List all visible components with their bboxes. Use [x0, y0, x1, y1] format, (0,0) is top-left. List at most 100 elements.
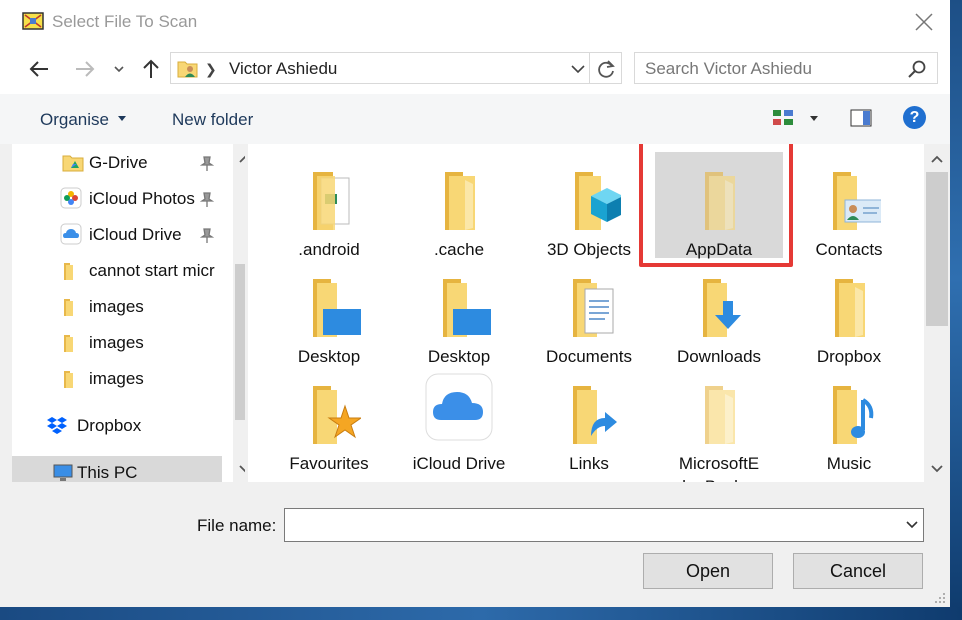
resize-grip-icon[interactable] — [934, 592, 946, 604]
file-list-scrollbar[interactable] — [924, 144, 950, 482]
nav-item-icloud-drive[interactable]: iCloud Drive — [12, 218, 222, 252]
cancel-button[interactable]: Cancel — [793, 553, 923, 589]
scrollbar-thumb[interactable] — [926, 172, 948, 326]
address-dropdown-icon[interactable] — [569, 61, 587, 77]
folder-icon — [835, 279, 865, 337]
nav-item-label: cannot start micr — [89, 261, 215, 280]
back-arrow-icon[interactable] — [28, 58, 50, 80]
folder-tile-downloads[interactable]: Downloads — [655, 259, 783, 366]
tile-label: Desktop — [297, 347, 361, 366]
scroll-down-icon[interactable] — [930, 464, 944, 474]
desktop-background-right — [950, 0, 962, 620]
navigation-scrollbar[interactable] — [233, 144, 245, 482]
search-input[interactable]: Search Victor Ashiedu — [645, 59, 812, 79]
nav-item-label: G-Drive — [89, 153, 148, 172]
nav-item-label: images — [89, 297, 144, 316]
pin-icon[interactable] — [200, 192, 214, 208]
tile-label: iCloud Drive — [395, 452, 523, 475]
folder-icon — [64, 299, 73, 316]
tile-label: Documents — [546, 347, 632, 366]
folder-tile-desktop[interactable]: Desktop — [265, 259, 393, 366]
desktop-folder-icon — [313, 279, 361, 337]
dialog-footer: File name: Open Cancel — [0, 482, 950, 607]
search-icon[interactable] — [907, 59, 927, 79]
forward-arrow-icon[interactable] — [74, 58, 96, 80]
tile-label: Links — [569, 454, 609, 473]
pin-icon[interactable] — [200, 228, 214, 244]
tile-label-line: dgeBackup — [655, 475, 783, 482]
hidden-folder-icon — [705, 386, 735, 444]
scroll-down-icon[interactable] — [238, 464, 245, 474]
nav-item-label: images — [89, 369, 144, 388]
nav-item-icloud-photos[interactable]: iCloud Photos — [12, 182, 222, 216]
chevron-down-icon[interactable] — [905, 518, 919, 532]
change-view-icon[interactable] — [772, 108, 794, 128]
help-icon[interactable]: ? — [903, 106, 926, 129]
file-name-label: File name: — [197, 516, 277, 535]
preview-pane-icon[interactable] — [850, 108, 872, 128]
tile-label: AppData — [685, 240, 753, 259]
folder-tile-documents[interactable]: Documents — [525, 259, 653, 366]
folder-tile-desktop-2[interactable]: Desktop — [395, 259, 523, 366]
folder-tile-contacts[interactable]: Contacts — [785, 152, 913, 259]
nav-item-label: Dropbox — [77, 416, 142, 435]
documents-folder-icon — [573, 279, 614, 337]
breadcrumb-chevron-icon[interactable]: ❯ — [205, 61, 217, 78]
organise-button[interactable]: Organise — [40, 110, 109, 130]
close-icon[interactable] — [914, 12, 934, 32]
nav-item-images[interactable]: images — [12, 362, 222, 396]
folder-tile-favourites[interactable]: Favourites — [265, 366, 393, 473]
tile-label: Dropbox — [816, 347, 882, 366]
tile-label: Favourites — [289, 454, 369, 473]
breadcrumb-path[interactable]: Victor Ashiedu — [229, 59, 337, 79]
folder-icon — [64, 335, 73, 352]
folder-tile-appdata[interactable]: AppData — [655, 152, 783, 259]
open-button[interactable]: Open — [643, 553, 773, 589]
title-bar: Select File To Scan — [0, 0, 950, 46]
pin-icon[interactable] — [200, 156, 214, 172]
document-folder-icon — [313, 172, 350, 230]
address-bar[interactable]: ❯ Victor Ashiedu — [170, 52, 622, 84]
nav-item-this-pc[interactable]: This PC — [12, 456, 222, 482]
organise-caret-icon[interactable] — [118, 116, 126, 121]
3d-objects-folder-icon — [575, 172, 621, 230]
desktop-folder-icon — [443, 279, 491, 337]
nav-item-g-drive[interactable]: G-Drive — [12, 146, 222, 180]
new-folder-button[interactable]: New folder — [172, 110, 253, 130]
icloud-app-icon — [425, 373, 493, 441]
view-options-caret-icon[interactable] — [810, 116, 818, 121]
folder-tile-cache[interactable]: .cache — [395, 152, 523, 259]
nav-item-label: iCloud Photos — [89, 189, 195, 208]
nav-item-cannot-start[interactable]: cannot start micr — [12, 254, 222, 288]
nav-item-images[interactable]: images — [12, 326, 222, 360]
folder-tile-3d-objects[interactable]: 3D Objects — [525, 152, 653, 259]
command-bar: Organise New folder ? — [0, 94, 950, 144]
file-name-input[interactable] — [284, 508, 924, 542]
folder-tile-music[interactable]: Music — [785, 366, 913, 473]
scanner-app-icon — [22, 12, 44, 30]
refresh-icon[interactable] — [595, 58, 617, 80]
folder-tile-links[interactable]: Links — [525, 366, 653, 473]
tile-label: Desktop — [427, 347, 491, 366]
app-tile-icloud-drive[interactable]: iCloud Drive — [395, 366, 523, 475]
folder-tile-microsoft-edge-backup[interactable]: MicrosoftE dgeBackup — [655, 366, 783, 482]
up-arrow-icon[interactable] — [140, 58, 162, 80]
folder-tile-dropbox[interactable]: Dropbox — [785, 259, 913, 366]
folder-tile-android[interactable]: .android — [265, 152, 393, 259]
tile-label: .cache — [433, 240, 485, 259]
navigation-pane: G-Drive iCloud Photos iCloud Drive canno… — [12, 144, 245, 482]
tile-label: MicrosoftE dgeBackup — [655, 452, 783, 482]
nav-item-dropbox[interactable]: Dropbox — [12, 409, 222, 443]
address-row: ❯ Victor Ashiedu Search Victor Ashiedu — [0, 46, 950, 94]
icloud-photos-icon — [60, 187, 82, 209]
nav-item-images[interactable]: images — [12, 290, 222, 324]
file-list: .android .cache 3D Objects AppData Conta… — [248, 144, 950, 482]
scrollbar-thumb[interactable] — [235, 264, 245, 420]
recent-locations-chevron-icon[interactable] — [112, 58, 126, 80]
scroll-up-icon[interactable] — [238, 154, 245, 164]
links-folder-icon — [573, 386, 617, 444]
scroll-up-icon[interactable] — [930, 154, 944, 164]
file-dialog: Select File To Scan ❯ Victor Ashiedu Sea… — [0, 0, 950, 607]
nav-item-label: images — [89, 333, 144, 352]
search-box[interactable]: Search Victor Ashiedu — [634, 52, 938, 84]
